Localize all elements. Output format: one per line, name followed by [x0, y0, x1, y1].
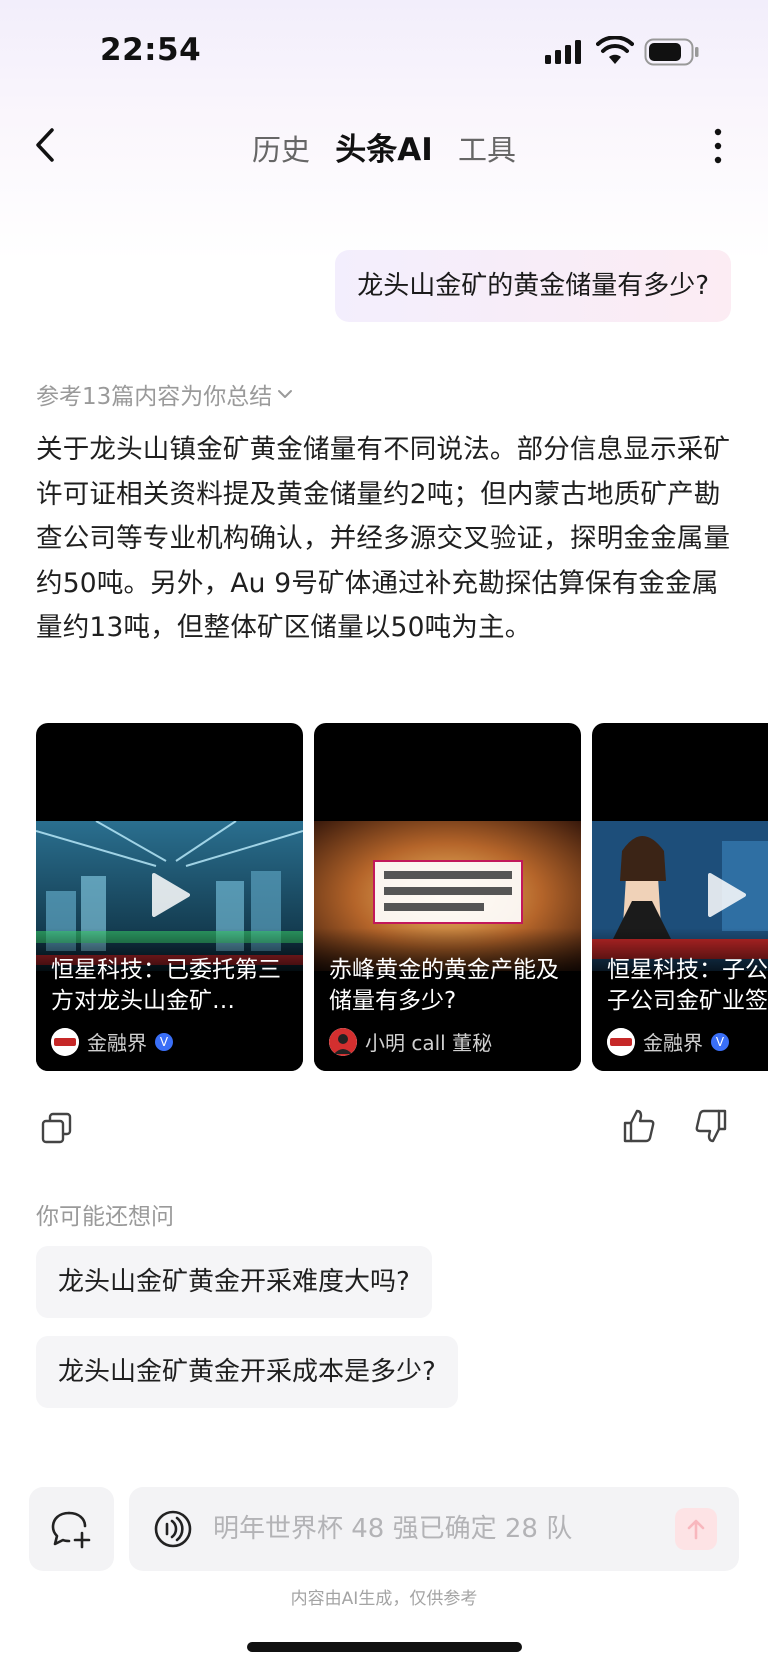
- thumbs-down-icon[interactable]: [694, 1108, 728, 1144]
- copy-icon[interactable]: [40, 1111, 74, 1145]
- tab-toutiao-ai[interactable]: 头条AI: [335, 124, 433, 169]
- nav-tabs: 历史 头条AI 工具: [0, 124, 768, 169]
- video-card-author: 金融界 V: [607, 1027, 729, 1056]
- video-card[interactable]: 恒星科技：已委托第三方对龙头山金矿… 金融界 V: [36, 723, 303, 1071]
- video-card-title: 赤峰黄金的黄金产能及储量有多少?: [329, 957, 559, 1014]
- play-icon: [708, 873, 746, 917]
- play-icon: [152, 873, 190, 917]
- reference-summary-label: 参考13篇内容为你总结: [36, 384, 273, 410]
- status-bar: 22:54: [0, 0, 768, 100]
- home-indicator[interactable]: [247, 1642, 522, 1652]
- tab-history[interactable]: 历史: [252, 127, 310, 169]
- send-button[interactable]: [675, 1508, 717, 1550]
- video-card-carousel[interactable]: 恒星科技：已委托第三方对龙头山金矿… 金融界 V 赤峰黄金的黄金产能及储量有多少…: [36, 723, 768, 1071]
- chevron-down-icon: [278, 390, 293, 398]
- verified-badge-icon: V: [711, 1032, 729, 1051]
- more-options-icon[interactable]: [706, 124, 730, 168]
- ai-answer-text: 关于龙头山镇金矿黄金储量有不同说法。部分信息显示采矿许可证相关资料提及黄金储量约…: [36, 434, 731, 643]
- thumbs-up-icon[interactable]: [622, 1108, 656, 1144]
- verified-badge-icon: V: [155, 1032, 173, 1051]
- video-card-title: 恒星科技：子公司全资子公司金矿业签订龙头: [607, 957, 768, 1014]
- arrow-up-icon: [687, 1519, 705, 1540]
- wifi-icon: [596, 36, 634, 64]
- status-time: 22:54: [100, 32, 202, 68]
- video-card[interactable]: 恒星科技：子公司全资子公司金矿业签订龙头 金融界 V: [592, 723, 768, 1071]
- voice-input-icon[interactable]: [153, 1509, 193, 1549]
- suggested-question[interactable]: 龙头山金矿黄金开采难度大吗?: [36, 1246, 432, 1318]
- user-message-bubble[interactable]: 龙头山金矿的黄金储量有多少?: [335, 250, 731, 322]
- video-card-author: 金融界 V: [51, 1027, 173, 1056]
- tab-tools[interactable]: 工具: [458, 127, 516, 169]
- new-chat-icon: [51, 1511, 91, 1549]
- ai-disclaimer: 内容由AI生成，仅供参考: [290, 1589, 478, 1609]
- video-card-title: 恒星科技：已委托第三方对龙头山金矿…: [51, 957, 281, 1014]
- chat-input[interactable]: [213, 1487, 643, 1571]
- author-name: 金融界: [87, 1031, 147, 1055]
- author-avatar: [607, 1027, 635, 1056]
- suggested-question[interactable]: 龙头山金矿黄金开采成本是多少?: [36, 1336, 458, 1408]
- reference-summary-toggle[interactable]: 参考13篇内容为你总结: [36, 377, 294, 411]
- author-avatar: [51, 1027, 79, 1056]
- video-card[interactable]: 赤峰黄金的黄金产能及储量有多少? 小明 call 董秘: [314, 723, 581, 1071]
- suggestions-heading: 你可能还想问: [36, 1204, 174, 1230]
- battery-icon: [644, 38, 699, 66]
- video-card-author: 小明 call 董秘: [329, 1027, 492, 1056]
- author-name: 小明 call 董秘: [365, 1031, 493, 1055]
- new-chat-button[interactable]: [29, 1487, 114, 1571]
- author-name: 金融界: [643, 1031, 703, 1055]
- chat-input-box: [129, 1487, 739, 1571]
- cellular-signal-icon: [545, 40, 581, 64]
- nav-bar: 历史 头条AI 工具: [0, 110, 768, 180]
- author-avatar: [329, 1027, 357, 1056]
